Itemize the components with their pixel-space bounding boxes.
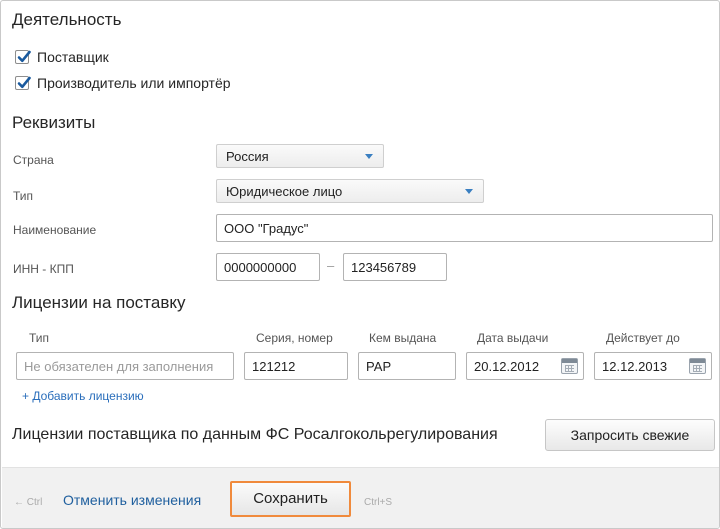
column-header-series: Серия, номер	[256, 331, 333, 345]
type-label: Тип	[13, 189, 34, 203]
country-select-value: Россия	[226, 149, 269, 164]
chevron-down-icon	[465, 189, 473, 194]
license-issuer-input[interactable]: РАР	[358, 352, 456, 380]
license-valid-until-value: 12.12.2013	[602, 359, 668, 374]
save-button[interactable]: Сохранить	[230, 481, 351, 517]
add-license-link[interactable]: + Добавить лицензию	[22, 389, 144, 403]
section-title-fs-licenses: Лицензии поставщика по данным ФС Росалго…	[12, 426, 498, 443]
name-input[interactable]: ООО "Градус"	[216, 214, 713, 242]
chevron-down-icon	[365, 154, 373, 159]
section-title-activity: Деятельность	[12, 10, 122, 29]
license-issue-date-input[interactable]: 20.12.2012	[466, 352, 584, 380]
section-title-requisites: Реквизиты	[12, 113, 96, 132]
cancel-changes-link[interactable]: Отменить изменения	[63, 492, 201, 508]
window: Деятельность Поставщик Производитель или…	[0, 0, 720, 529]
license-issue-date-value: 20.12.2012	[474, 359, 540, 374]
check-icon	[17, 50, 31, 63]
checkbox-supplier-label: Поставщик	[37, 49, 109, 65]
request-fresh-button[interactable]: Запросить свежие	[545, 419, 715, 451]
calendar-icon[interactable]	[561, 358, 578, 374]
section-title-licenses: Лицензии на поставку	[12, 293, 186, 312]
column-header-type: Тип	[29, 331, 50, 345]
column-header-issuer: Кем выдана	[369, 331, 437, 345]
type-select-value: Юридическое лицо	[226, 184, 343, 199]
save-shortcut-hint: Ctrl+S	[364, 497, 393, 508]
cancel-shortcut-hint: ← Ctrl	[14, 497, 43, 508]
checkbox-producer[interactable]	[15, 76, 31, 90]
type-select[interactable]: Юридическое лицо	[216, 179, 484, 203]
checkbox-producer-row[interactable]: Производитель или импортёр	[15, 74, 231, 92]
inn-input[interactable]: 0000000000	[216, 253, 320, 281]
license-series-input[interactable]: 121212	[244, 352, 348, 380]
column-header-valid-until: Действует до	[606, 331, 680, 345]
name-label: Наименование	[13, 223, 97, 237]
country-select[interactable]: Россия	[216, 144, 384, 168]
calendar-icon[interactable]	[689, 358, 706, 374]
kpp-input[interactable]: 123456789	[343, 253, 447, 281]
checkbox-producer-label: Производитель или импортёр	[37, 75, 231, 91]
checkbox-supplier[interactable]	[15, 50, 31, 64]
inn-kpp-label: ИНН - КПП	[13, 262, 74, 276]
check-icon	[17, 76, 31, 89]
license-valid-until-input[interactable]: 12.12.2013	[594, 352, 712, 380]
country-label: Страна	[13, 153, 54, 167]
license-type-input[interactable]: Не обязателен для заполнения	[16, 352, 234, 380]
column-header-issue-date: Дата выдачи	[477, 331, 549, 345]
inn-kpp-separator: –	[327, 258, 335, 273]
checkbox-supplier-row[interactable]: Поставщик	[15, 48, 109, 66]
